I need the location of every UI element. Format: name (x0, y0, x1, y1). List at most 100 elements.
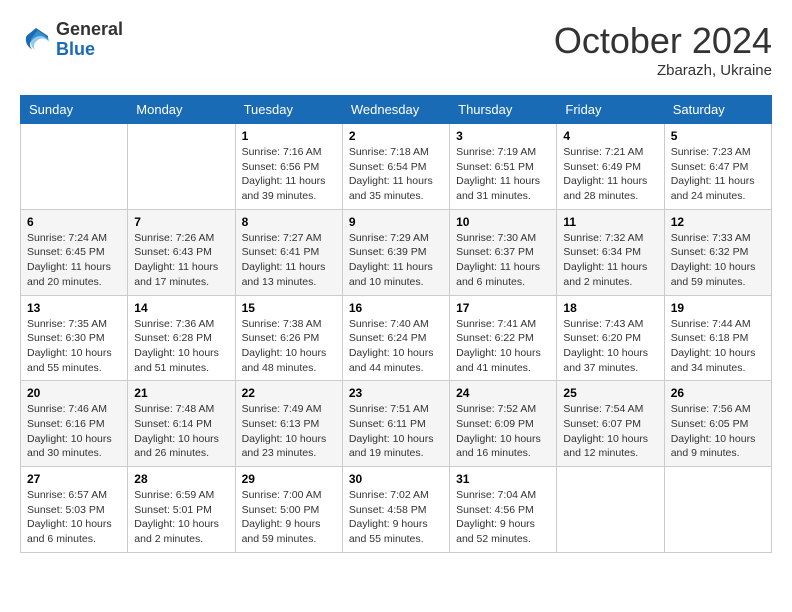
day-info: Sunrise: 7:30 AMSunset: 6:37 PMDaylight:… (456, 231, 550, 290)
calendar-cell: 16 Sunrise: 7:40 AMSunset: 6:24 PMDayligh… (342, 295, 449, 381)
calendar-cell: 27 Sunrise: 6:57 AMSunset: 5:03 PMDayligh… (21, 467, 128, 553)
day-number: 1 (242, 129, 336, 143)
calendar-cell: 29 Sunrise: 7:00 AMSunset: 5:00 PMDayligh… (235, 467, 342, 553)
day-info: Sunrise: 7:41 AMSunset: 6:22 PMDaylight:… (456, 317, 550, 376)
day-info: Sunrise: 7:54 AMSunset: 6:07 PMDaylight:… (563, 402, 657, 461)
calendar-cell: 25 Sunrise: 7:54 AMSunset: 6:07 PMDayligh… (557, 381, 664, 467)
calendar-cell: 17 Sunrise: 7:41 AMSunset: 6:22 PMDayligh… (450, 295, 557, 381)
calendar-cell (128, 124, 235, 210)
calendar-cell: 19 Sunrise: 7:44 AMSunset: 6:18 PMDayligh… (664, 295, 771, 381)
calendar-cell (557, 467, 664, 553)
day-number: 12 (671, 215, 765, 229)
day-number: 16 (349, 301, 443, 315)
calendar-cell: 21 Sunrise: 7:48 AMSunset: 6:14 PMDayligh… (128, 381, 235, 467)
col-friday: Friday (557, 96, 664, 124)
day-number: 27 (27, 472, 121, 486)
calendar-cell: 5 Sunrise: 7:23 AMSunset: 6:47 PMDaylight… (664, 124, 771, 210)
day-number: 8 (242, 215, 336, 229)
day-number: 17 (456, 301, 550, 315)
calendar-cell: 15 Sunrise: 7:38 AMSunset: 6:26 PMDayligh… (235, 295, 342, 381)
col-sunday: Sunday (21, 96, 128, 124)
calendar-cell: 24 Sunrise: 7:52 AMSunset: 6:09 PMDayligh… (450, 381, 557, 467)
day-info: Sunrise: 7:16 AMSunset: 6:56 PMDaylight:… (242, 145, 336, 204)
day-info: Sunrise: 7:56 AMSunset: 6:05 PMDaylight:… (671, 402, 765, 461)
day-number: 5 (671, 129, 765, 143)
day-info: Sunrise: 7:21 AMSunset: 6:49 PMDaylight:… (563, 145, 657, 204)
calendar-cell: 22 Sunrise: 7:49 AMSunset: 6:13 PMDayligh… (235, 381, 342, 467)
day-number: 4 (563, 129, 657, 143)
day-number: 21 (134, 386, 228, 400)
calendar-cell: 14 Sunrise: 7:36 AMSunset: 6:28 PMDayligh… (128, 295, 235, 381)
calendar-cell: 13Sunrise: 7:35 AMSunset: 6:30 PMDayligh… (21, 295, 128, 381)
calendar-cell (664, 467, 771, 553)
day-number: 25 (563, 386, 657, 400)
day-info: Sunrise: 7:26 AMSunset: 6:43 PMDaylight:… (134, 231, 228, 290)
day-info: Sunrise: 7:40 AMSunset: 6:24 PMDaylight:… (349, 317, 443, 376)
day-info: Sunrise: 7:00 AMSunset: 5:00 PMDaylight:… (242, 488, 336, 547)
day-number: 6 (27, 215, 121, 229)
calendar-table: Sunday Monday Tuesday Wednesday Thursday… (20, 95, 772, 553)
calendar-cell: 18Sunrise: 7:43 AMSunset: 6:20 PMDayligh… (557, 295, 664, 381)
col-thursday: Thursday (450, 96, 557, 124)
day-info: Sunrise: 7:19 AMSunset: 6:51 PMDaylight:… (456, 145, 550, 204)
day-number: 7 (134, 215, 228, 229)
day-info: Sunrise: 7:23 AMSunset: 6:47 PMDaylight:… (671, 145, 765, 204)
day-number: 15 (242, 301, 336, 315)
day-number: 19 (671, 301, 765, 315)
day-info: Sunrise: 7:04 AMSunset: 4:56 PMDaylight:… (456, 488, 550, 547)
logo: General Blue (20, 20, 123, 60)
day-number: 26 (671, 386, 765, 400)
day-number: 29 (242, 472, 336, 486)
day-info: Sunrise: 7:52 AMSunset: 6:09 PMDaylight:… (456, 402, 550, 461)
day-info: Sunrise: 7:36 AMSunset: 6:28 PMDaylight:… (134, 317, 228, 376)
calendar-cell: 2 Sunrise: 7:18 AMSunset: 6:54 PMDaylight… (342, 124, 449, 210)
day-number: 31 (456, 472, 550, 486)
day-info: Sunrise: 7:33 AMSunset: 6:32 PMDaylight:… (671, 231, 765, 290)
logo-icon (20, 24, 52, 56)
day-info: Sunrise: 7:02 AMSunset: 4:58 PMDaylight:… (349, 488, 443, 547)
page-header: General Blue October 2024 Zbarazh, Ukrai… (20, 20, 772, 79)
day-number: 23 (349, 386, 443, 400)
calendar-cell: 30Sunrise: 7:02 AMSunset: 4:58 PMDayligh… (342, 467, 449, 553)
day-info: Sunrise: 6:57 AMSunset: 5:03 PMDaylight:… (27, 488, 121, 547)
logo-blue-text: Blue (56, 39, 95, 59)
day-info: Sunrise: 7:38 AMSunset: 6:26 PMDaylight:… (242, 317, 336, 376)
day-info: Sunrise: 7:49 AMSunset: 6:13 PMDaylight:… (242, 402, 336, 461)
day-number: 13 (27, 301, 121, 315)
day-info: Sunrise: 7:29 AMSunset: 6:39 PMDaylight:… (349, 231, 443, 290)
calendar-cell: 10 Sunrise: 7:30 AMSunset: 6:37 PMDayligh… (450, 209, 557, 295)
calendar-cell: 23 Sunrise: 7:51 AMSunset: 6:11 PMDayligh… (342, 381, 449, 467)
location-subtitle: Zbarazh, Ukraine (554, 62, 772, 79)
day-number: 3 (456, 129, 550, 143)
day-info: Sunrise: 7:18 AMSunset: 6:54 PMDaylight:… (349, 145, 443, 204)
day-number: 20 (27, 386, 121, 400)
calendar-header-row: Sunday Monday Tuesday Wednesday Thursday… (21, 96, 772, 124)
calendar-cell: 12 Sunrise: 7:33 AMSunset: 6:32 PMDayligh… (664, 209, 771, 295)
col-monday: Monday (128, 96, 235, 124)
calendar-cell: 6Sunrise: 7:24 AMSunset: 6:45 PMDaylight… (21, 209, 128, 295)
day-number: 10 (456, 215, 550, 229)
calendar-cell: 11 Sunrise: 7:32 AMSunset: 6:34 PMDayligh… (557, 209, 664, 295)
day-number: 2 (349, 129, 443, 143)
day-number: 22 (242, 386, 336, 400)
day-info: Sunrise: 7:32 AMSunset: 6:34 PMDaylight:… (563, 231, 657, 290)
day-info: Sunrise: 7:27 AMSunset: 6:41 PMDaylight:… (242, 231, 336, 290)
day-number: 11 (563, 215, 657, 229)
calendar-cell: 8 Sunrise: 7:27 AMSunset: 6:41 PMDaylight… (235, 209, 342, 295)
col-tuesday: Tuesday (235, 96, 342, 124)
calendar-cell: 1 Sunrise: 7:16 AMSunset: 6:56 PMDaylight… (235, 124, 342, 210)
calendar-cell: 26 Sunrise: 7:56 AMSunset: 6:05 PMDayligh… (664, 381, 771, 467)
calendar-cell (21, 124, 128, 210)
calendar-cell: 20Sunrise: 7:46 AMSunset: 6:16 PMDayligh… (21, 381, 128, 467)
calendar-cell: 3 Sunrise: 7:19 AMSunset: 6:51 PMDaylight… (450, 124, 557, 210)
day-number: 28 (134, 472, 228, 486)
day-info: Sunrise: 7:48 AMSunset: 6:14 PMDaylight:… (134, 402, 228, 461)
day-number: 14 (134, 301, 228, 315)
day-info: Sunrise: 7:51 AMSunset: 6:11 PMDaylight:… (349, 402, 443, 461)
title-block: October 2024 Zbarazh, Ukraine (554, 20, 772, 79)
month-title: October 2024 (554, 20, 772, 62)
day-info: Sunrise: 6:59 AMSunset: 5:01 PMDaylight:… (134, 488, 228, 547)
day-info: Sunrise: 7:44 AMSunset: 6:18 PMDaylight:… (671, 317, 765, 376)
day-number: 24 (456, 386, 550, 400)
calendar-cell: 31 Sunrise: 7:04 AMSunset: 4:56 PMDayligh… (450, 467, 557, 553)
